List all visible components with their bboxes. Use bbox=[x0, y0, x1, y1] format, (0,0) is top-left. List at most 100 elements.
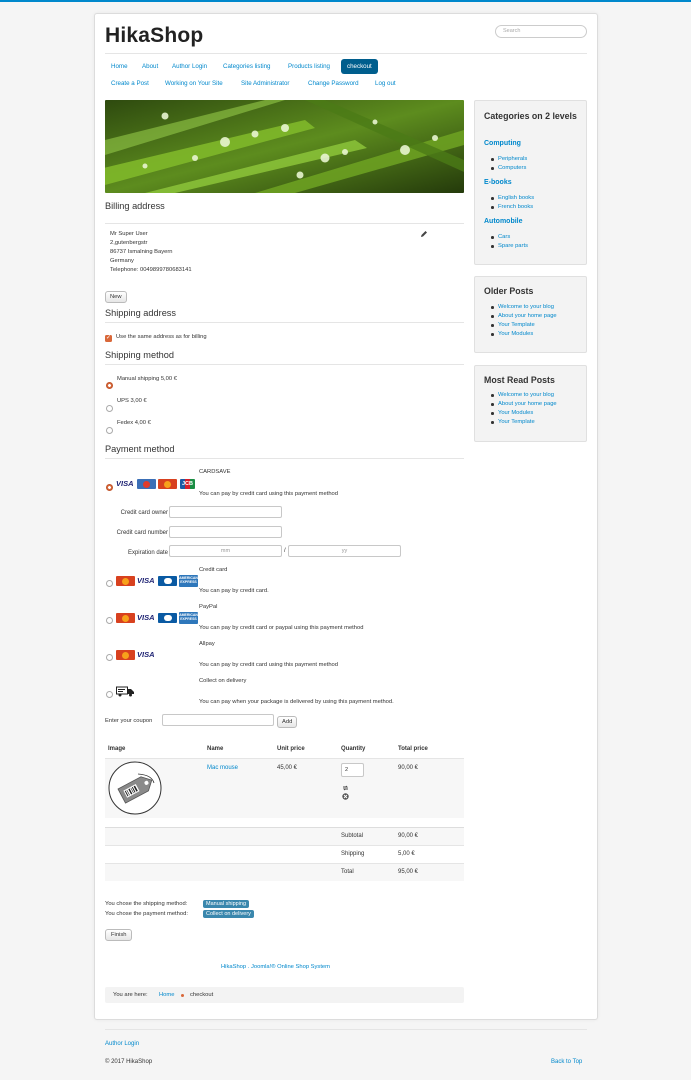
totals-divider bbox=[105, 845, 464, 846]
most-read-link[interactable]: Your Template bbox=[491, 419, 535, 425]
category-spare-parts[interactable]: Spare parts bbox=[491, 243, 528, 249]
cart-header-name: Name bbox=[207, 746, 224, 752]
shipping-radio-fedex[interactable] bbox=[106, 427, 113, 434]
mastercard-logo-icon bbox=[116, 576, 135, 586]
visa-logo-icon: VISA bbox=[137, 613, 155, 622]
most-read-link[interactable]: Welcome to your blog bbox=[491, 392, 554, 398]
nav-working-on-site[interactable]: Working on Your Site bbox=[165, 80, 223, 87]
cod-name: Collect on delivery bbox=[199, 678, 247, 684]
new-address-button[interactable]: New bbox=[105, 291, 127, 303]
card-owner-input[interactable] bbox=[169, 506, 282, 518]
shipping-option-manual: Manual shipping 5,00 € bbox=[117, 376, 177, 382]
coupon-label: Enter your coupon bbox=[105, 718, 153, 724]
most-read-link[interactable]: Your Modules bbox=[490, 410, 533, 416]
total-value: 95,00 € bbox=[398, 869, 419, 875]
most-read-link[interactable]: About your home page bbox=[491, 401, 557, 407]
diners-logo-icon bbox=[158, 576, 177, 586]
nav-categories-listing[interactable]: Categories listing bbox=[223, 63, 270, 70]
expiry-month-input[interactable]: mm bbox=[169, 545, 282, 557]
payment-radio-credit-card[interactable] bbox=[106, 580, 113, 587]
payment-radio-paypal[interactable] bbox=[106, 617, 113, 624]
banner-image bbox=[105, 100, 464, 193]
card-number-label: Credit card number bbox=[116, 530, 168, 536]
nav-checkout[interactable]: checkout bbox=[341, 59, 378, 74]
coupon-add-button[interactable]: Add bbox=[277, 716, 298, 728]
coupon-input[interactable] bbox=[162, 714, 274, 726]
older-post-link[interactable]: Your Template bbox=[491, 322, 535, 328]
card-number-input[interactable] bbox=[169, 526, 282, 538]
visa-logo-icon: VISA bbox=[116, 479, 134, 488]
hikashop-footer-link[interactable]: HikaShop . Joomla!® Online Shop System bbox=[221, 964, 330, 970]
expiry-year-input[interactable]: yy bbox=[288, 545, 401, 557]
finish-button[interactable]: Finish bbox=[105, 929, 133, 941]
nav-author-login[interactable]: Author Login bbox=[172, 63, 207, 70]
shipping-radio-ups[interactable] bbox=[106, 405, 113, 412]
refresh-icon[interactable] bbox=[342, 785, 349, 791]
search-input[interactable]: Search bbox=[495, 25, 587, 38]
chosen-shipping-text: You chose the shipping method: bbox=[105, 901, 188, 907]
nav-log-out[interactable]: Log out bbox=[375, 80, 396, 87]
payment-radio-allpay[interactable] bbox=[106, 654, 113, 661]
chosen-payment-badge: Collect on delivery bbox=[203, 910, 254, 918]
breadcrumb-home[interactable]: Home bbox=[159, 992, 174, 998]
remove-item-icon[interactable] bbox=[342, 793, 349, 800]
billing-name: Mr Super User bbox=[110, 231, 148, 237]
shipping-radio-manual[interactable] bbox=[106, 382, 113, 389]
category-e-books[interactable]: E-books bbox=[484, 179, 512, 186]
payment-radio-cod[interactable] bbox=[106, 691, 113, 698]
category-computers[interactable]: Computers bbox=[490, 165, 526, 171]
mastercard-logo-icon bbox=[158, 479, 177, 489]
quantity-input[interactable]: 2 bbox=[341, 763, 364, 777]
shipping-value: 5,00 € bbox=[398, 851, 415, 857]
shipping-option-ups: UPS 3,00 € bbox=[117, 398, 147, 404]
allpay-desc: You can pay by credit card using this pa… bbox=[199, 662, 338, 668]
payment-radio-cardsave[interactable] bbox=[106, 484, 113, 491]
category-automobile[interactable]: Automobile bbox=[484, 218, 523, 225]
billing-city: 86737 Ismalning Bayern bbox=[110, 249, 173, 255]
subtotal-label: Subtotal bbox=[341, 833, 364, 839]
nav-change-password[interactable]: Change Password bbox=[308, 80, 359, 87]
header-divider bbox=[105, 53, 587, 54]
category-french-books[interactable]: French books bbox=[490, 204, 533, 210]
expiry-label: Expiration date bbox=[127, 550, 168, 556]
same-address-checkbox[interactable]: ✓ bbox=[105, 335, 112, 342]
expiry-separator: / bbox=[284, 548, 286, 554]
category-cars[interactable]: Cars bbox=[490, 234, 510, 240]
nav-site-administrator[interactable]: Site Administrator bbox=[241, 80, 290, 87]
older-post-link[interactable]: About your home page bbox=[491, 313, 557, 319]
nav-create-post[interactable]: Create a Post bbox=[111, 80, 149, 87]
site-logo[interactable]: HikaShop bbox=[105, 24, 203, 48]
amex-logo-icon: AMERICAN EXPRESS bbox=[179, 612, 198, 624]
footer-copyright: © 2017 HikaShop bbox=[105, 1059, 153, 1065]
shipping-label: Shipping bbox=[341, 851, 365, 857]
maestro-logo-icon bbox=[137, 479, 156, 489]
categories-title: Categories on 2 levels bbox=[484, 111, 577, 121]
category-computing[interactable]: Computing bbox=[484, 140, 521, 147]
billing-divider bbox=[105, 223, 464, 224]
nav-products-listing[interactable]: Products listing bbox=[288, 63, 330, 70]
credit-card-desc: You can pay by credit card. bbox=[199, 588, 269, 594]
footer-author-login[interactable]: Author Login bbox=[105, 1041, 139, 1047]
shipping-method-divider bbox=[105, 364, 464, 365]
product-thumbnail-image[interactable] bbox=[108, 761, 162, 815]
category-peripherals[interactable]: Peripherals bbox=[490, 156, 527, 162]
truck-delivery-icon bbox=[116, 686, 134, 697]
edit-pencil-icon[interactable] bbox=[420, 230, 428, 238]
cod-desc: You can pay when your package is deliver… bbox=[199, 699, 394, 705]
chosen-payment-text: You chose the payment method: bbox=[105, 911, 188, 917]
nav-about[interactable]: About bbox=[142, 63, 158, 70]
total-label: Total bbox=[341, 869, 354, 875]
back-to-top-link[interactable]: Back to Top bbox=[551, 1059, 582, 1065]
card-owner-label: Credit card owner bbox=[120, 510, 168, 516]
cart-header-image: Image bbox=[108, 746, 126, 752]
product-name-link[interactable]: Mac mouse bbox=[207, 765, 238, 771]
older-post-link[interactable]: Welcome to your blog bbox=[491, 304, 554, 310]
cart-header-quantity: Quantity bbox=[341, 746, 366, 752]
footer-divider bbox=[105, 1029, 587, 1030]
same-address-label: Use the same address as for billing bbox=[116, 334, 207, 340]
older-post-link[interactable]: Your Modules bbox=[490, 331, 533, 337]
category-english-books[interactable]: English books bbox=[490, 195, 534, 201]
cardsave-desc: You can pay by credit card using this pa… bbox=[199, 491, 338, 497]
older-posts-title: Older Posts bbox=[484, 286, 534, 296]
nav-home[interactable]: Home bbox=[111, 63, 128, 70]
